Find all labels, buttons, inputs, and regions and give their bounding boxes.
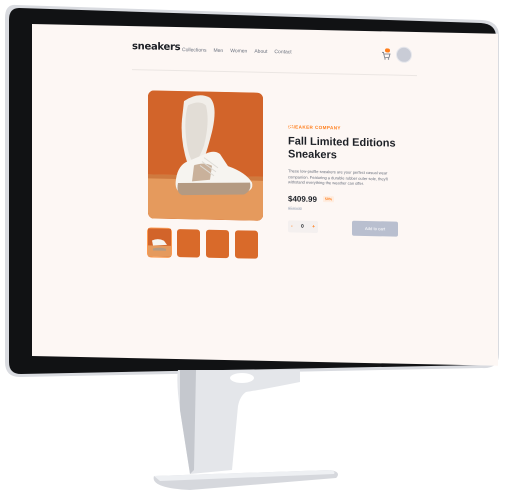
monitor-stand [150, 370, 390, 492]
add-to-cart-button[interactable]: Add to cart [288, 125, 398, 237]
cart-icon [288, 125, 294, 131]
nav-link-men[interactable]: Men [213, 48, 223, 54]
product-description: These low-profile sneakers are your perf… [288, 168, 389, 186]
nav-link-contact[interactable]: Contact [274, 49, 291, 55]
nav-link-about[interactable]: About [254, 49, 267, 55]
thumbnail-4[interactable] [148, 228, 258, 259]
original-price: $520.00 [288, 205, 302, 211]
quantity-stepper: - 0 + [288, 220, 318, 233]
cart-icon[interactable] [381, 48, 391, 60]
nav-link-women[interactable]: Women [230, 48, 247, 54]
avatar[interactable] [396, 46, 412, 63]
logo[interactable]: sneakers [132, 41, 180, 53]
thumbnail-3[interactable] [148, 228, 229, 259]
screen: sneakers Collections Men Women About Con… [32, 24, 498, 366]
nav-links: Collections Men Women About Contact [182, 47, 292, 55]
top-nav: sneakers Collections Men Women About Con… [132, 41, 414, 69]
buy-row: - 0 + Add to cart [288, 125, 408, 237]
increase-button[interactable]: + [312, 224, 315, 230]
cart-badge [385, 48, 390, 53]
monitor: sneakers Collections Men Women About Con… [2, 2, 502, 378]
thumbnail-strip [147, 227, 258, 259]
decrease-button[interactable]: - [291, 223, 293, 229]
current-price: $409.99 [288, 193, 317, 204]
nav-divider [132, 69, 417, 77]
add-to-cart-label: Add to cart [364, 225, 386, 231]
discount-badge: 50% [322, 196, 335, 203]
price-row: $409.99 50% [288, 194, 408, 206]
nav-link-collections[interactable]: Collections [182, 47, 206, 54]
main-product-image[interactable] [148, 90, 263, 221]
thumbnail-2[interactable] [148, 228, 200, 258]
quantity-value: 0 [300, 223, 304, 230]
product-title: Fall Limited Editions Sneakers [288, 135, 396, 161]
company-label: SNEAKER COMPANY [288, 124, 341, 131]
product-info: SNEAKER COMPANY Fall Limited Editions Sn… [288, 124, 408, 237]
